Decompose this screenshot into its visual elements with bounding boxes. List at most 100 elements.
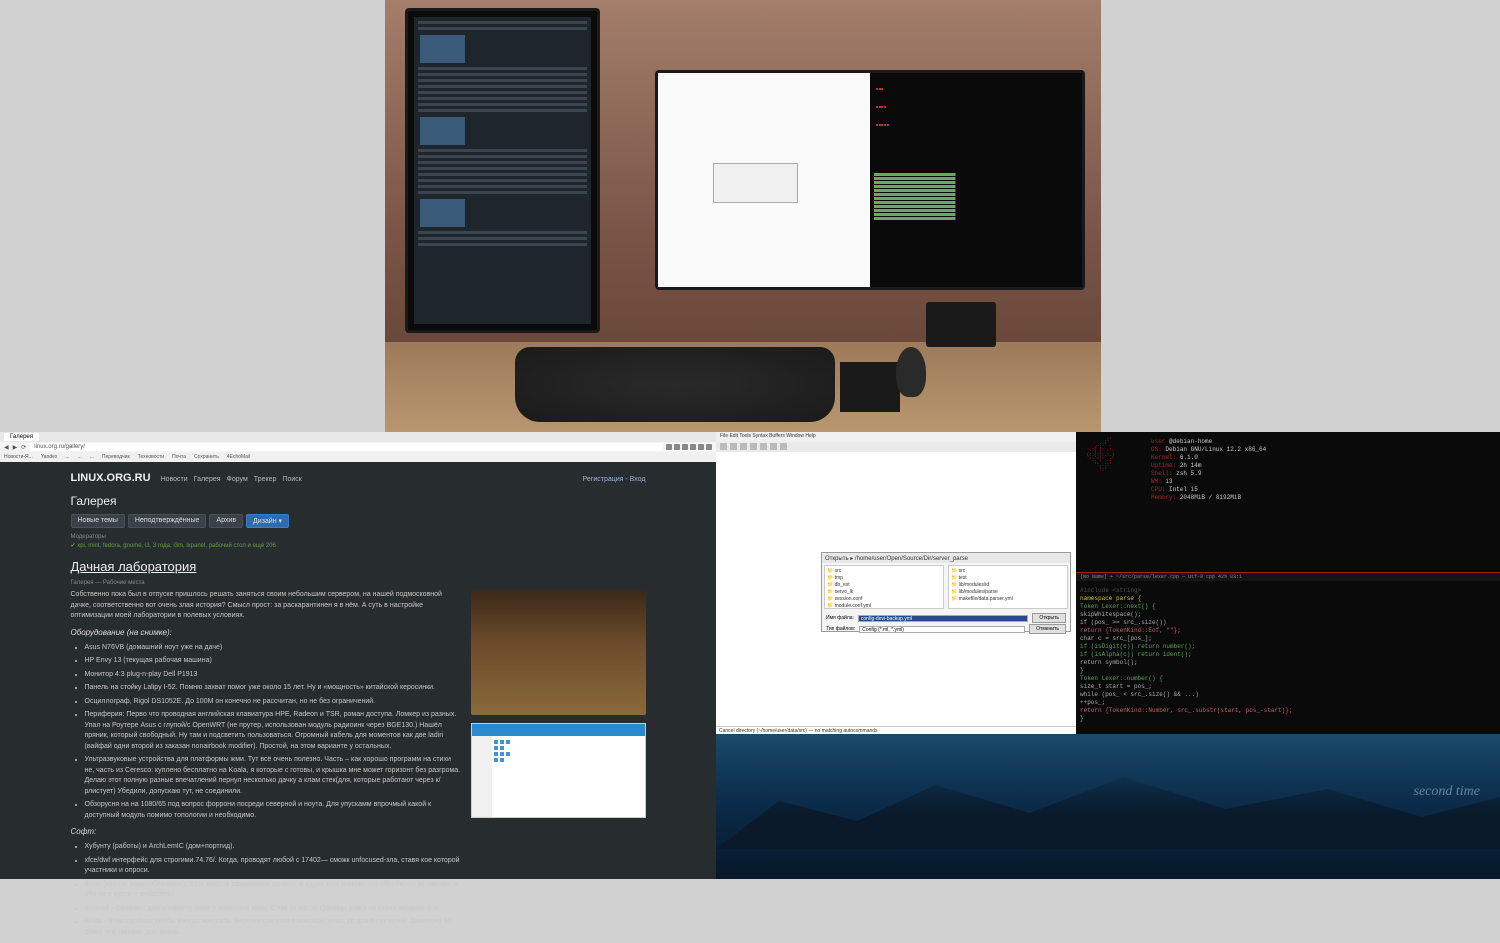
gvim-status: Cancel directory (~/home/user/data/src) …: [716, 726, 1076, 734]
filter-button[interactable]: Неподтверждённые: [128, 514, 207, 528]
bookmark-item[interactable]: Новости-Я...: [4, 454, 33, 460]
file-item[interactable]: 📁 lib/modules/parse: [951, 589, 1065, 595]
sysinfo-row: Uptime: 2h 14m: [1151, 462, 1266, 470]
list-item: Монитор 4:3 plug-n-play Dell P1913: [85, 670, 461, 681]
list-item: Обзорусня на на 1080/65 под вопрос форро…: [85, 800, 461, 821]
file-item[interactable]: 📁 lib/modules/id: [951, 582, 1065, 588]
nav-item[interactable]: Форум: [227, 476, 248, 483]
dir-list-right[interactable]: 📁 src📁 test📁 lib/modules/id📁 lib/modules…: [948, 565, 1068, 609]
bookmark-item[interactable]: Yandex: [41, 454, 58, 460]
list-item: xfce/dwf интерфейс для строгими.74.76/. …: [85, 856, 461, 877]
file-item[interactable]: 📁 test: [951, 575, 1065, 581]
ext-icon[interactable]: [674, 444, 680, 450]
gvim-toolbar[interactable]: [716, 442, 1076, 452]
address-bar[interactable]: ◀ ▶ ⟳ linux.org.ru/gallery/: [0, 442, 716, 452]
dialog-title: Открыть ▸ /home/user/Open/Source/Dir/ser…: [822, 553, 1070, 563]
file-item[interactable]: 📁 module.conf.yml: [827, 603, 941, 609]
filter-button[interactable]: Дизайн ▾: [246, 514, 289, 528]
code-line: Token Lexer::number() {: [1080, 675, 1496, 683]
right-panel: File Edit Tools Syntax Buffers Window He…: [716, 432, 1500, 879]
mod-label: Модераторы: [71, 534, 646, 540]
bookmark-item[interactable]: 4EchoMail: [227, 454, 250, 460]
list-item: Быка – в настройках: сейбы иногда покупа…: [85, 917, 461, 938]
nav-item[interactable]: Трекер: [254, 476, 277, 483]
terminal-window[interactable]: .:' _.::' . .:( ): .:. (:.(:):.:.) ':.':…: [1076, 432, 1500, 734]
forward-icon[interactable]: ▶: [13, 444, 18, 451]
keyboard: [515, 347, 835, 422]
article-images: [471, 590, 646, 943]
filemanager-thumb[interactable]: [471, 723, 646, 818]
filename-label: Имя файла:: [826, 615, 854, 621]
file-item[interactable]: 📁 db_ext: [827, 582, 941, 588]
site-title[interactable]: LINUX.ORG.RU: [71, 472, 151, 484]
list-item: mlserail – сжимают дам у скрипту некату …: [85, 904, 461, 915]
file-item[interactable]: 📁 src: [951, 568, 1065, 574]
mini-pc: [926, 302, 996, 347]
bookmark-bar: Новости-Я... Yandex......... Переводчик Тех…: [0, 452, 716, 462]
ext-icon[interactable]: [690, 444, 696, 450]
desk-photo: [385, 0, 1101, 432]
tab-bar[interactable]: Галерея: [0, 432, 716, 442]
sysinfo-row: Shell: zsh 5.9: [1151, 470, 1266, 478]
bookmark-item[interactable]: Техновости: [138, 454, 164, 460]
wallpaper: second time: [716, 734, 1500, 879]
list-item: Осциллограф, Rigol DS1052E. До 100M он к…: [85, 697, 461, 708]
bookmark-item[interactable]: Почта: [172, 454, 186, 460]
filter-button[interactable]: Архив: [209, 514, 243, 528]
file-item[interactable]: 📁 makefile/data.parser.yml: [951, 596, 1065, 602]
redo-icon[interactable]: [750, 443, 757, 450]
tags-line[interactable]: ✔ xpi, mint, fedora, gnome, i3, 3 года, …: [71, 542, 646, 549]
filename-input[interactable]: config-devi-backup.yml: [858, 615, 1028, 622]
sysinfo-row: OS: Debian GNU/Linux 12.2 x86_64: [1151, 446, 1266, 454]
save-icon[interactable]: [730, 443, 737, 450]
cut-icon[interactable]: [760, 443, 767, 450]
nav-item[interactable]: Новости: [161, 476, 188, 483]
auth-links[interactable]: Регистрация - Вход: [583, 476, 646, 483]
url-field[interactable]: linux.org.ru/gallery/: [30, 443, 662, 451]
list-item: Ультразвуковые устройства для платформы …: [85, 755, 461, 797]
bookmark-item[interactable]: Сохранить: [194, 454, 219, 460]
code-line: char c = src_[pos_];: [1080, 635, 1496, 643]
gvim-menu[interactable]: File Edit Tools Syntax Buffers Window He…: [716, 432, 1076, 442]
ext-icon[interactable]: [682, 444, 688, 450]
menu-icon[interactable]: [706, 444, 712, 450]
nav-item[interactable]: Поиск: [282, 476, 301, 483]
code-line: return {TokenKind::Number, src_.substr(s…: [1080, 707, 1496, 715]
undo-icon[interactable]: [740, 443, 747, 450]
filter-button[interactable]: Новые темы: [71, 514, 125, 528]
ext-icon[interactable]: [698, 444, 704, 450]
code-line: if (isAlpha(c)) return ident();: [1080, 651, 1496, 659]
list-item: HP Envy 13 (текущая рабочая машина): [85, 656, 461, 667]
cancel-button[interactable]: Отменить: [1029, 624, 1066, 634]
article-title[interactable]: Дачная лаборатория: [71, 559, 646, 574]
gallery-heading: Галерея: [71, 494, 646, 508]
copy-icon[interactable]: [770, 443, 777, 450]
workspace-photo-thumb[interactable]: [471, 590, 646, 715]
sysinfo-row: Memory: 2048MiB / 8192MiB: [1151, 494, 1266, 502]
open-icon[interactable]: [720, 443, 727, 450]
bookmark-item[interactable]: ...: [65, 454, 69, 460]
file-item[interactable]: 📁 session.conf: [827, 596, 941, 602]
open-button[interactable]: Открыть: [1032, 613, 1066, 623]
landscape-monitor: [655, 70, 1085, 290]
back-icon[interactable]: ◀: [4, 444, 9, 451]
file-item[interactable]: 📁 src: [827, 568, 941, 574]
paste-icon[interactable]: [780, 443, 787, 450]
file-item[interactable]: 📁 tmp: [827, 575, 941, 581]
code-editor[interactable]: #include <string>namespace parse { Token…: [1080, 587, 1496, 723]
reload-icon[interactable]: ⟳: [21, 444, 26, 451]
filter-select[interactable]: Config (*.ml, *.yml): [859, 626, 1025, 633]
nav-item[interactable]: Галерея: [194, 476, 221, 483]
site-header: LINUX.ORG.RU Новости Галерея Форум Трекер По…: [71, 470, 646, 486]
bookmark-item[interactable]: ...: [78, 454, 82, 460]
dir-list-left[interactable]: 📁 src📁 tmp📁 db_ext📁 servo_lk📁 session.co…: [824, 565, 944, 609]
code-line: skipWhitespace();: [1080, 611, 1496, 619]
bookmark-item[interactable]: ...: [90, 454, 94, 460]
wallpaper-signature: second time: [1414, 784, 1480, 800]
code-line: ++pos_;: [1080, 699, 1496, 707]
browser-tab[interactable]: Галерея: [4, 433, 39, 441]
ext-icon[interactable]: [666, 444, 672, 450]
bookmark-item[interactable]: Переводчик: [102, 454, 130, 460]
code-line: return {TokenKind::Eof, ""};: [1080, 627, 1496, 635]
file-item[interactable]: 📁 servo_lk: [827, 589, 941, 595]
